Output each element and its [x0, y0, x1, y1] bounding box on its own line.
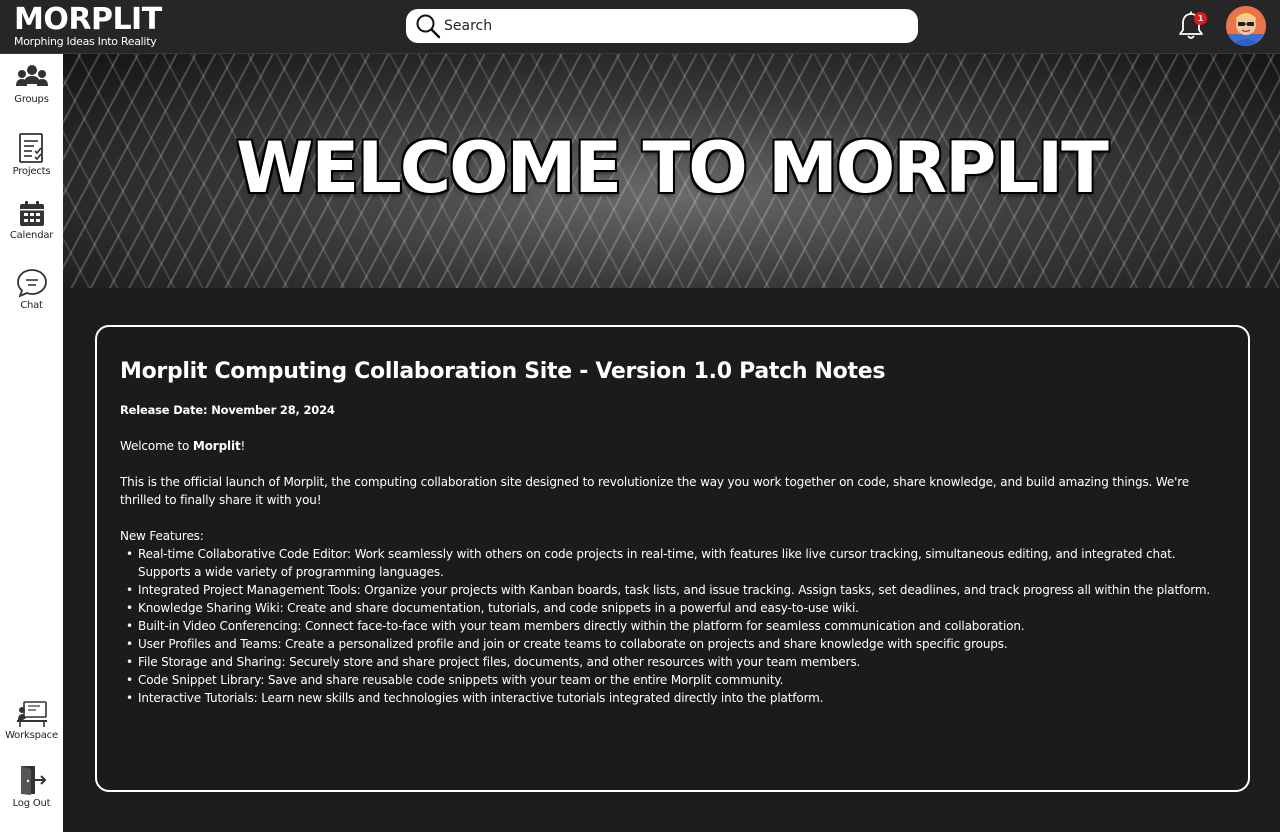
logo-tagline: Morphing Ideas Into Reality	[14, 35, 157, 48]
workspace-icon	[16, 701, 47, 727]
sidebar-item-workspace[interactable]: Workspace	[0, 700, 63, 741]
sidebar-label-calendar: Calendar	[9, 230, 54, 241]
list-item: File Storage and Sharing: Securely store…	[120, 653, 1226, 671]
welcome-suffix: !	[240, 439, 246, 453]
sidebar-item-groups[interactable]: Groups	[0, 64, 63, 105]
list-item: User Profiles and Teams: Create a person…	[120, 635, 1226, 653]
sidebar-label-chat: Chat	[20, 300, 43, 311]
sidebar-item-chat[interactable]: Chat	[0, 268, 63, 311]
patch-notes-card: Morplit Computing Collaboration Site - V…	[95, 325, 1250, 792]
list-item: Code Snippet Library: Save and share reu…	[120, 671, 1226, 689]
welcome-line: Welcome to Morplit!	[120, 437, 1226, 455]
projects-icon	[18, 133, 43, 163]
chat-icon	[16, 269, 47, 298]
avatar-image	[1226, 6, 1266, 46]
list-item: Interactive Tutorials: Learn new skills …	[120, 689, 1226, 707]
intro-paragraph: This is the official launch of Morplit, …	[120, 475, 1190, 507]
welcome-prefix: Welcome to	[120, 439, 193, 453]
search-icon[interactable]	[414, 12, 442, 40]
sidebar-item-logout[interactable]: Log Out	[0, 764, 63, 809]
sidebar: Groups Projects Calendar Chat Workspace …	[0, 54, 63, 832]
logout-icon	[20, 766, 46, 795]
features-list: Real-time Collaborative Code Editor: Wor…	[120, 545, 1226, 707]
release-date: Release Date: November 28, 2024	[120, 403, 335, 417]
sidebar-label-projects: Projects	[12, 166, 51, 177]
list-item: Integrated Project Management Tools: Org…	[120, 581, 1226, 599]
groups-icon	[15, 65, 48, 86]
list-item: Knowledge Sharing Wiki: Create and share…	[120, 599, 1226, 617]
features-heading: New Features:	[120, 529, 204, 543]
welcome-banner: WELCOME TO MORPLIT	[63, 54, 1280, 288]
avatar[interactable]	[1226, 6, 1266, 46]
notification-badge: 1	[1194, 12, 1207, 25]
top-header: MORPLIT Morphing Ideas Into Reality 1	[0, 0, 1280, 54]
banner-title: WELCOME TO MORPLIT	[236, 127, 1109, 209]
calendar-icon	[19, 201, 44, 226]
logo[interactable]: MORPLIT Morphing Ideas Into Reality	[14, 4, 162, 48]
list-item: Real-time Collaborative Code Editor: Wor…	[120, 545, 1226, 581]
sidebar-label-workspace: Workspace	[5, 730, 58, 741]
sidebar-label-logout: Log Out	[12, 798, 51, 809]
sidebar-item-projects[interactable]: Projects	[0, 132, 63, 177]
sidebar-label-groups: Groups	[14, 94, 49, 105]
search-input[interactable]	[444, 18, 884, 34]
welcome-brand: Morplit	[192, 439, 241, 453]
list-item: Built-in Video Conferencing: Connect fac…	[120, 617, 1226, 635]
patch-notes-title: Morplit Computing Collaboration Site - V…	[120, 359, 886, 384]
logo-title: MORPLIT	[14, 2, 162, 37]
sidebar-item-calendar[interactable]: Calendar	[0, 200, 63, 241]
search-bar[interactable]	[406, 9, 918, 43]
